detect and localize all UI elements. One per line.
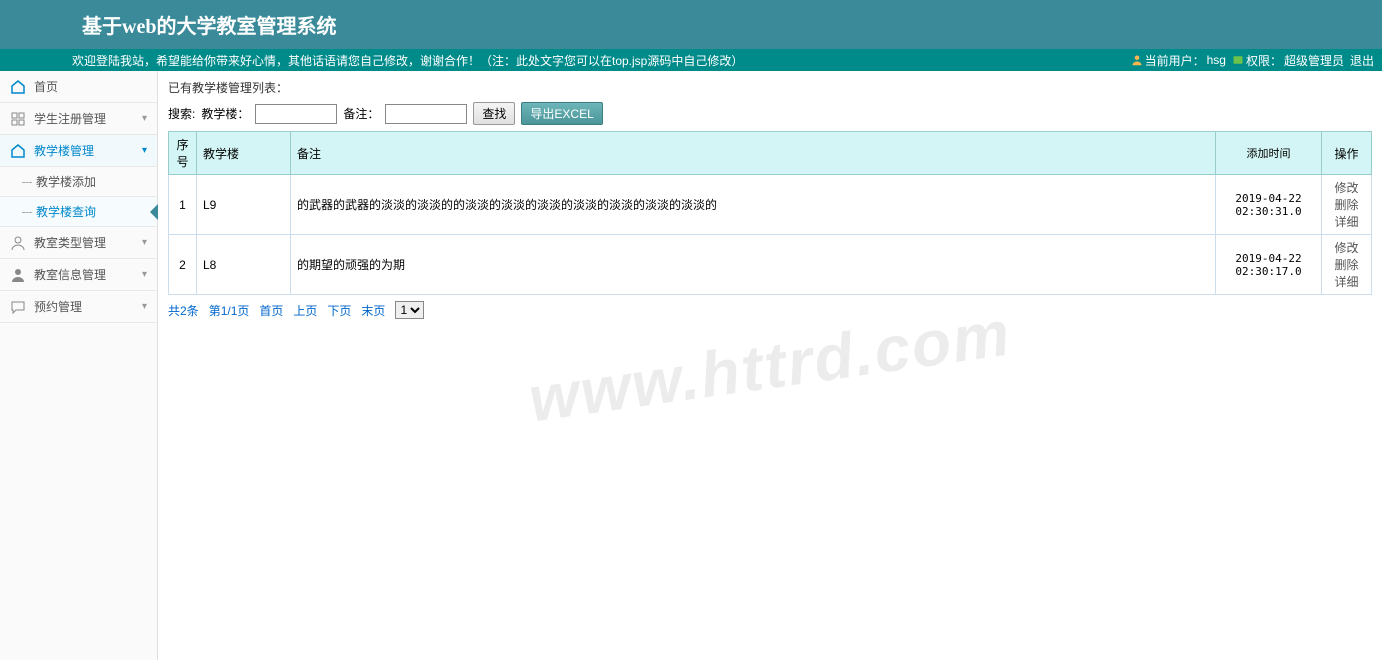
cell-building: L8 <box>197 235 291 295</box>
list-title: 已有教学楼管理列表： <box>168 79 1372 96</box>
page-info: 第1/1页 <box>209 302 250 319</box>
col-seq: 序号 <box>169 132 197 175</box>
op-edit[interactable]: 修改 <box>1334 241 1358 255</box>
sidebar-sub-building-add[interactable]: 教学楼添加 <box>0 167 157 197</box>
sidebar-sub-label: 教学楼添加 <box>36 173 96 190</box>
caret-icon: ▾ <box>142 301 147 312</box>
export-button[interactable]: 导出EXCEL <box>521 102 602 125</box>
col-op: 操作 <box>1322 132 1372 175</box>
caret-icon: ▾ <box>142 269 147 280</box>
sidebar-label: 教学楼管理 <box>34 142 94 159</box>
cell-time: 2019-04-22 02:30:17.0 <box>1216 235 1322 295</box>
remark-label: 备注： <box>343 105 379 122</box>
sidebar: 首页 学生注册管理 ▾ 教学楼管理 ▾ 教学楼添加 教学楼查询 教室类型管理 ▾… <box>0 71 158 660</box>
op-del[interactable]: 删除 <box>1334 198 1358 212</box>
col-remark: 备注 <box>291 132 1216 175</box>
sidebar-item-building[interactable]: 教学楼管理 ▾ <box>0 135 157 167</box>
building-label: 教学楼： <box>201 105 249 122</box>
page-last[interactable]: 末页 <box>361 302 385 319</box>
user-icon <box>1131 54 1143 66</box>
sidebar-item-room-type[interactable]: 教室类型管理 ▾ <box>0 227 157 259</box>
table-header-row: 序号 教学楼 备注 添加时间 操作 <box>169 132 1372 175</box>
grid-icon <box>10 111 26 127</box>
table-row: 1L9的武器的武器的淡淡的淡淡的的淡淡的淡淡的淡淡的淡淡的淡淡的淡淡的淡淡的20… <box>169 175 1372 235</box>
user-icon <box>10 235 26 251</box>
op-detail[interactable]: 详细 <box>1334 275 1358 289</box>
caret-icon: ▾ <box>142 113 147 124</box>
caret-icon: ▾ <box>142 145 147 156</box>
role-icon <box>1232 54 1244 66</box>
header-top: 基于web的大学教室管理系统 <box>0 0 1382 49</box>
sidebar-label: 预约管理 <box>34 298 82 315</box>
sidebar-sub-label: 教学楼查询 <box>36 203 96 220</box>
logout-link[interactable]: 退出 <box>1350 52 1374 69</box>
op-del[interactable]: 删除 <box>1334 258 1358 272</box>
person-icon <box>10 267 26 283</box>
cell-remark: 的期望的顽强的为期 <box>291 235 1216 295</box>
cell-seq: 1 <box>169 175 197 235</box>
page-first[interactable]: 首页 <box>259 302 283 319</box>
cell-seq: 2 <box>169 235 197 295</box>
col-building: 教学楼 <box>197 132 291 175</box>
sidebar-item-room-info[interactable]: 教室信息管理 ▾ <box>0 259 157 291</box>
building-input[interactable] <box>255 104 337 124</box>
op-detail[interactable]: 详细 <box>1334 215 1358 229</box>
chat-icon <box>10 299 26 315</box>
op-edit[interactable]: 修改 <box>1334 181 1358 195</box>
search-label: 搜索: <box>168 105 195 122</box>
cell-remark: 的武器的武器的淡淡的淡淡的的淡淡的淡淡的淡淡的淡淡的淡淡的淡淡的淡淡的 <box>291 175 1216 235</box>
header-user-area: 当前用户： hsg 权限： 超级管理员 退出 <box>1131 52 1374 69</box>
page-total: 共2条 <box>168 302 199 319</box>
search-button[interactable]: 查找 <box>473 102 515 125</box>
sidebar-label: 学生注册管理 <box>34 110 106 127</box>
home-icon <box>10 143 26 159</box>
sidebar-sub-building-query[interactable]: 教学楼查询 <box>0 197 157 227</box>
sidebar-item-booking[interactable]: 预约管理 ▾ <box>0 291 157 323</box>
search-row: 搜索: 教学楼： 备注： 查找 导出EXCEL <box>168 102 1372 125</box>
pagination: 共2条 第1/1页 首页 上页 下页 末页 1 <box>168 301 1372 319</box>
remark-input[interactable] <box>385 104 467 124</box>
sidebar-label: 教室类型管理 <box>34 234 106 251</box>
cell-time: 2019-04-22 02:30:31.0 <box>1216 175 1322 235</box>
app-title: 基于web的大学教室管理系统 <box>82 10 336 39</box>
current-user: hsg <box>1207 53 1226 67</box>
role-value: 超级管理员 <box>1284 52 1344 69</box>
welcome-text: 欢迎登陆我站，希望能给你带来好心情，其他话语请您自己修改，谢谢合作！（注：此处文… <box>72 52 743 69</box>
current-user-label: 当前用户： <box>1145 52 1205 69</box>
sidebar-item-home[interactable]: 首页 <box>0 71 157 103</box>
cell-building: L9 <box>197 175 291 235</box>
role-label: 权限： <box>1246 52 1282 69</box>
col-time: 添加时间 <box>1216 132 1322 175</box>
sidebar-label: 教室信息管理 <box>34 266 106 283</box>
page-select[interactable]: 1 <box>395 301 424 319</box>
cell-op: 修改删除详细 <box>1322 175 1372 235</box>
sidebar-label: 首页 <box>34 78 58 95</box>
page-next[interactable]: 下页 <box>327 302 351 319</box>
header-bar: 欢迎登陆我站，希望能给你带来好心情，其他话语请您自己修改，谢谢合作！（注：此处文… <box>0 49 1382 71</box>
page-prev[interactable]: 上页 <box>293 302 317 319</box>
caret-icon: ▾ <box>142 237 147 248</box>
main-content: 已有教学楼管理列表： 搜索: 教学楼： 备注： 查找 导出EXCEL 序号 教学… <box>158 71 1382 660</box>
sidebar-item-student[interactable]: 学生注册管理 ▾ <box>0 103 157 135</box>
home-icon <box>10 79 26 95</box>
data-table: 序号 教学楼 备注 添加时间 操作 1L9的武器的武器的淡淡的淡淡的的淡淡的淡淡… <box>168 131 1372 295</box>
cell-op: 修改删除详细 <box>1322 235 1372 295</box>
table-row: 2L8的期望的顽强的为期2019-04-22 02:30:17.0修改删除详细 <box>169 235 1372 295</box>
